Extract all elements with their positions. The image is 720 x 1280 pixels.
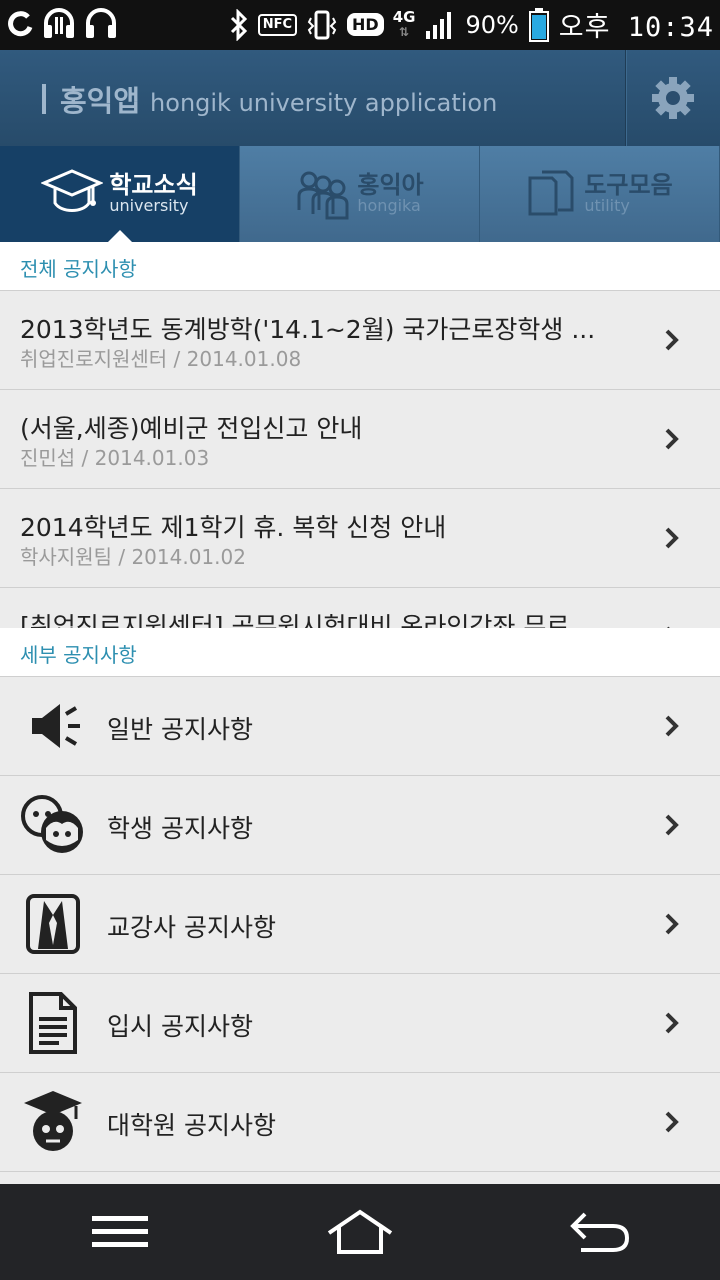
network-type-label: 4G [392, 8, 416, 26]
category-label: 교강사 공지사항 [107, 913, 276, 942]
app-title-en: hongik university application [150, 89, 498, 117]
tab-university[interactable]: 학교소식 university [0, 146, 240, 242]
notice-meta: 학사지원팀 / 2014.01.02 [20, 545, 246, 569]
category-students[interactable]: 학생 공지사항 [0, 776, 720, 875]
notice-title: [취업진로지원센터] 공무원시험대비 온라인강좌 무료 [20, 612, 570, 628]
back-icon [570, 1212, 630, 1252]
category-graduate[interactable]: 대학원 공지사항 [0, 1073, 720, 1172]
home-icon [327, 1209, 393, 1254]
instructor-icon [20, 891, 86, 957]
vibrate-icon [307, 10, 337, 39]
back-button[interactable] [480, 1184, 720, 1280]
people-icon [297, 171, 349, 220]
chevron-right-icon [665, 715, 679, 737]
chevron-right-icon [665, 913, 679, 935]
hd-badge: HD [347, 13, 384, 36]
category-label: 학생 공지사항 [107, 814, 253, 843]
status-left-icons [8, 8, 118, 40]
sync-icon [8, 11, 33, 37]
chevron-right-icon [665, 814, 679, 836]
headphones-outline-icon [86, 8, 116, 38]
data-arrows-icon: ⇅ [399, 25, 410, 39]
menu-icon [92, 1216, 148, 1247]
nfc-badge: NFC [257, 13, 298, 36]
notice-item[interactable]: (서울,세종)예비군 전입신고 안내 진민섭 / 2014.01.03 [0, 390, 720, 489]
network-type: 4G ⇅ [392, 8, 416, 40]
gear-icon [652, 77, 694, 119]
document-icon [20, 990, 86, 1056]
tab-hongika-label: 홍익아 [357, 171, 424, 199]
chevron-right-icon [665, 329, 679, 351]
chevron-right-icon [665, 428, 679, 450]
documents-icon [528, 170, 574, 216]
main-tabs: 학교소식 university 홍익아 hongika 도구모음 utility [0, 146, 720, 242]
category-general[interactable]: 일반 공지사항 [0, 677, 720, 776]
graduation-cap-icon [41, 169, 104, 212]
notice-title: 2013학년도 동계방학('14.1~2월) 국가근로장학생 ... [20, 315, 596, 344]
system-nav-bar [0, 1184, 720, 1280]
category-label: 대학원 공지사항 [107, 1111, 276, 1140]
tab-university-label: 학교소식 [109, 171, 198, 199]
clock: 오후 10:34 [558, 12, 714, 43]
megaphone-icon [20, 693, 86, 759]
notice-meta: 진민섭 / 2014.01.03 [20, 446, 210, 470]
status-bar: NFC HD 4G ⇅ 90% 오후 10:34 [0, 0, 720, 50]
bluetooth-icon [230, 8, 247, 41]
notice-item[interactable]: [취업진로지원센터] 공무원시험대비 온라인강좌 무료 [0, 588, 720, 628]
settings-button[interactable] [625, 50, 720, 146]
all-notices-title: 전체 공지사항 [20, 257, 137, 281]
title-divider [42, 84, 46, 114]
tab-hongika-sub: hongika [357, 196, 421, 216]
category-label: 일반 공지사항 [107, 715, 253, 744]
app-title-ko: 홍익앱 [60, 84, 141, 118]
detail-notices-title: 세부 공지사항 [20, 643, 137, 667]
headphones-icon [44, 8, 74, 38]
notice-item[interactable]: 2013학년도 동계방학('14.1~2월) 국가근로장학생 ... 취업진로지… [0, 291, 720, 390]
all-notices-header: 전체 공지사항 [0, 242, 720, 291]
notice-title: (서울,세종)예비군 전입신고 안내 [20, 414, 363, 443]
notice-item[interactable]: 2014학년도 제1학기 휴. 복학 신청 안내 학사지원팀 / 2014.01… [0, 489, 720, 588]
tab-hongika[interactable]: 홍익아 hongika [240, 146, 480, 242]
category-label: 입시 공지사항 [107, 1012, 253, 1041]
chevron-right-icon [665, 1012, 679, 1034]
tab-utility[interactable]: 도구모음 utility [480, 146, 720, 242]
category-admissions[interactable]: 입시 공지사항 [0, 974, 720, 1073]
active-tab-indicator [107, 230, 132, 242]
menu-button[interactable] [0, 1184, 240, 1280]
chevron-right-icon [665, 527, 679, 549]
status-right-icons: NFC HD 4G ⇅ 90% 오후 10:34 [229, 5, 714, 44]
students-icon [20, 792, 86, 858]
notice-meta: 취업진로지원센터 / 2014.01.08 [20, 347, 302, 371]
graduate-icon [20, 1089, 86, 1155]
tab-university-sub: university [109, 196, 189, 216]
app-title: 홍익앱 hongik university application [42, 78, 497, 120]
notice-list[interactable]: 2013학년도 동계방학('14.1~2월) 국가근로장학생 ... 취업진로지… [0, 291, 720, 628]
tab-utility-sub: utility [584, 196, 630, 216]
app-header: 홍익앱 hongik university application [0, 50, 720, 146]
tab-utility-label: 도구모음 [584, 171, 673, 199]
home-button[interactable] [240, 1184, 480, 1280]
category-list: 일반 공지사항 학생 공지사항 교강사 공지사항 입시 공지사항 대학원 공지사… [0, 677, 720, 1172]
battery-icon [528, 7, 549, 42]
battery-percent: 90% [465, 10, 519, 39]
signal-icon [426, 11, 452, 39]
notice-title: 2014학년도 제1학기 휴. 복학 신청 안내 [20, 513, 447, 542]
chevron-right-icon [665, 1111, 679, 1133]
detail-notices-header: 세부 공지사항 [0, 628, 720, 677]
category-instructors[interactable]: 교강사 공지사항 [0, 875, 720, 974]
